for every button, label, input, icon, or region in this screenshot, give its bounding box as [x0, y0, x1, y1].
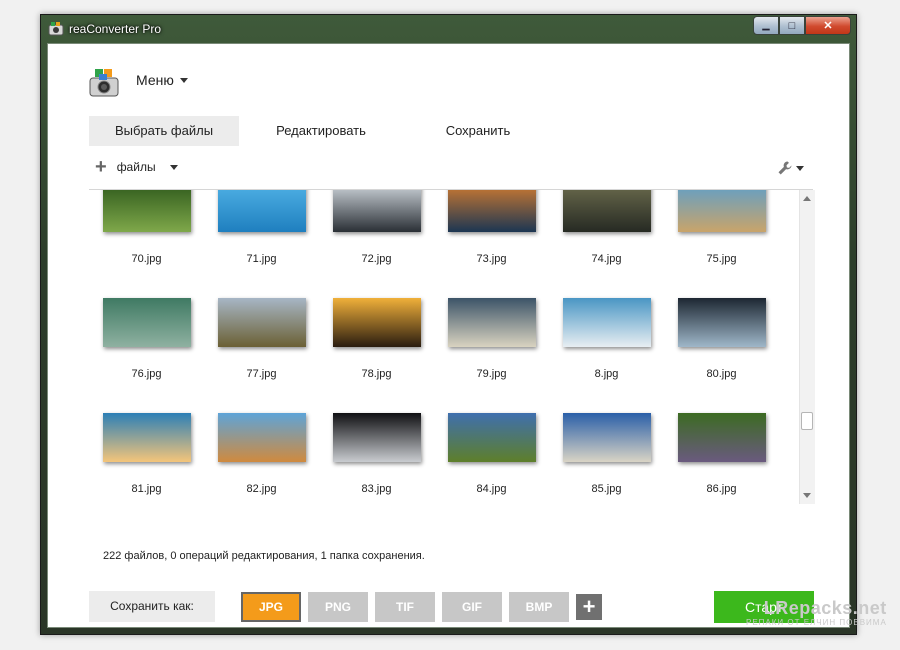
file-item[interactable]: 84.jpg	[434, 413, 549, 504]
file-thumbnail[interactable]	[217, 298, 306, 347]
format-selector: JPG PNG TIF GIF BMP +	[241, 592, 602, 622]
file-name: 8.jpg	[594, 368, 619, 380]
close-button[interactable]: ✕	[805, 16, 851, 35]
scroll-up-icon[interactable]	[803, 196, 811, 201]
file-name: 77.jpg	[246, 368, 277, 380]
file-name: 86.jpg	[706, 483, 737, 495]
file-thumbnail[interactable]	[217, 413, 306, 462]
vertical-scrollbar[interactable]	[799, 190, 815, 504]
minimize-icon: ▁	[762, 20, 770, 30]
file-item[interactable]: 8.jpg	[549, 298, 664, 413]
file-item[interactable]: 82.jpg	[204, 413, 319, 504]
format-gif-button[interactable]: GIF	[442, 592, 502, 622]
format-tif-button[interactable]: TIF	[375, 592, 435, 622]
close-icon: ✕	[823, 20, 833, 32]
file-name: 71.jpg	[246, 253, 277, 265]
file-thumbnail[interactable]	[562, 190, 651, 232]
file-item[interactable]: 80.jpg	[664, 298, 779, 413]
file-item[interactable]: 70.jpg	[89, 190, 204, 298]
save-as-label: Сохранить как:	[89, 591, 215, 622]
file-thumbnail[interactable]	[102, 298, 191, 347]
file-item[interactable]: 76.jpg	[89, 298, 204, 413]
file-item[interactable]: 86.jpg	[664, 413, 779, 504]
minimize-button[interactable]: ▁	[753, 16, 779, 35]
file-thumbnail[interactable]	[332, 298, 421, 347]
format-jpg-button[interactable]: JPG	[241, 592, 301, 622]
window-title: reaConverter Pro	[69, 22, 162, 36]
format-bmp-button[interactable]: BMP	[509, 592, 569, 622]
tab-edit[interactable]: Редактировать	[239, 116, 403, 146]
file-item[interactable]: 78.jpg	[319, 298, 434, 413]
add-files-dropdown[interactable]: + файлы	[95, 156, 178, 178]
chevron-down-icon	[179, 77, 188, 83]
file-item[interactable]: 77.jpg	[204, 298, 319, 413]
file-thumbnail[interactable]	[332, 190, 421, 232]
file-name: 83.jpg	[361, 483, 392, 495]
chevron-down-icon	[796, 165, 804, 171]
file-thumbnail[interactable]	[332, 413, 421, 462]
file-name: 85.jpg	[591, 483, 622, 495]
watermark: LRepacks.net РЕПАКИ ОТ ЕЛЧИН ПОВВИМА	[746, 598, 887, 627]
file-item[interactable]: 72.jpg	[319, 190, 434, 298]
file-item[interactable]: 73.jpg	[434, 190, 549, 298]
app-icon	[48, 22, 64, 36]
file-item[interactable]: 85.jpg	[549, 413, 664, 504]
tab-select-files[interactable]: Выбрать файлы	[89, 116, 239, 146]
main-tabs: Выбрать файлы Редактировать Сохранить	[89, 116, 553, 146]
file-thumbnail[interactable]	[102, 413, 191, 462]
scrollbar-thumb[interactable]	[801, 412, 813, 430]
tab-save[interactable]: Сохранить	[403, 116, 553, 146]
app-logo	[89, 69, 119, 97]
chevron-down-icon	[169, 164, 178, 170]
file-thumbnail[interactable]	[447, 190, 536, 232]
file-name: 74.jpg	[591, 253, 622, 265]
file-grid: 70.jpg 71.jpg 72.jpg 73.jpg 74.jpg 75.jpg 76.j…	[89, 190, 797, 504]
file-name: 81.jpg	[131, 483, 162, 495]
file-thumbnail[interactable]	[562, 298, 651, 347]
file-item[interactable]: 75.jpg	[664, 190, 779, 298]
file-name: 73.jpg	[476, 253, 507, 265]
status-summary: 222 файлов, 0 операций редактирования, 1…	[103, 550, 425, 562]
watermark-line2: РЕПАКИ ОТ ЕЛЧИН ПОВВИМА	[746, 618, 887, 627]
file-name: 75.jpg	[706, 253, 737, 265]
settings-dropdown[interactable]	[777, 160, 804, 176]
file-name: 82.jpg	[246, 483, 277, 495]
format-png-button[interactable]: PNG	[308, 592, 368, 622]
file-thumbnail[interactable]	[677, 413, 766, 462]
add-format-button[interactable]: +	[576, 594, 602, 620]
file-name: 78.jpg	[361, 368, 392, 380]
file-thumbnail[interactable]	[447, 298, 536, 347]
file-name: 80.jpg	[706, 368, 737, 380]
file-item[interactable]: 79.jpg	[434, 298, 549, 413]
file-thumbnail[interactable]	[677, 298, 766, 347]
file-thumbnail[interactable]	[102, 190, 191, 232]
file-item[interactable]: 71.jpg	[204, 190, 319, 298]
scroll-down-icon[interactable]	[803, 493, 811, 498]
plus-icon: +	[95, 156, 107, 178]
title-bar[interactable]: reaConverter Pro ▁ □ ✕	[41, 15, 856, 43]
maximize-button[interactable]: □	[779, 16, 805, 35]
file-item[interactable]: 74.jpg	[549, 190, 664, 298]
file-name: 79.jpg	[476, 368, 507, 380]
file-item[interactable]: 81.jpg	[89, 413, 204, 504]
file-thumbnail[interactable]	[677, 190, 766, 232]
menu-button[interactable]: Меню	[136, 72, 188, 88]
app-content: Меню Выбрать файлы Редактировать Сохрани…	[47, 43, 850, 628]
window-controls: ▁ □ ✕	[753, 16, 851, 35]
file-name: 70.jpg	[131, 253, 162, 265]
file-name: 72.jpg	[361, 253, 392, 265]
app-window: reaConverter Pro ▁ □ ✕ Меню Выбрать файл…	[40, 14, 857, 635]
file-thumbnail[interactable]	[447, 413, 536, 462]
maximize-icon: □	[788, 19, 796, 32]
file-name: 76.jpg	[131, 368, 162, 380]
file-thumbnail[interactable]	[217, 190, 306, 232]
files-label: файлы	[116, 160, 156, 174]
file-thumbnail[interactable]	[562, 413, 651, 462]
file-name: 84.jpg	[476, 483, 507, 495]
menu-label: Меню	[136, 72, 174, 88]
wrench-icon	[778, 161, 792, 175]
file-item[interactable]: 83.jpg	[319, 413, 434, 504]
watermark-line1: LRepacks.net	[763, 598, 887, 618]
